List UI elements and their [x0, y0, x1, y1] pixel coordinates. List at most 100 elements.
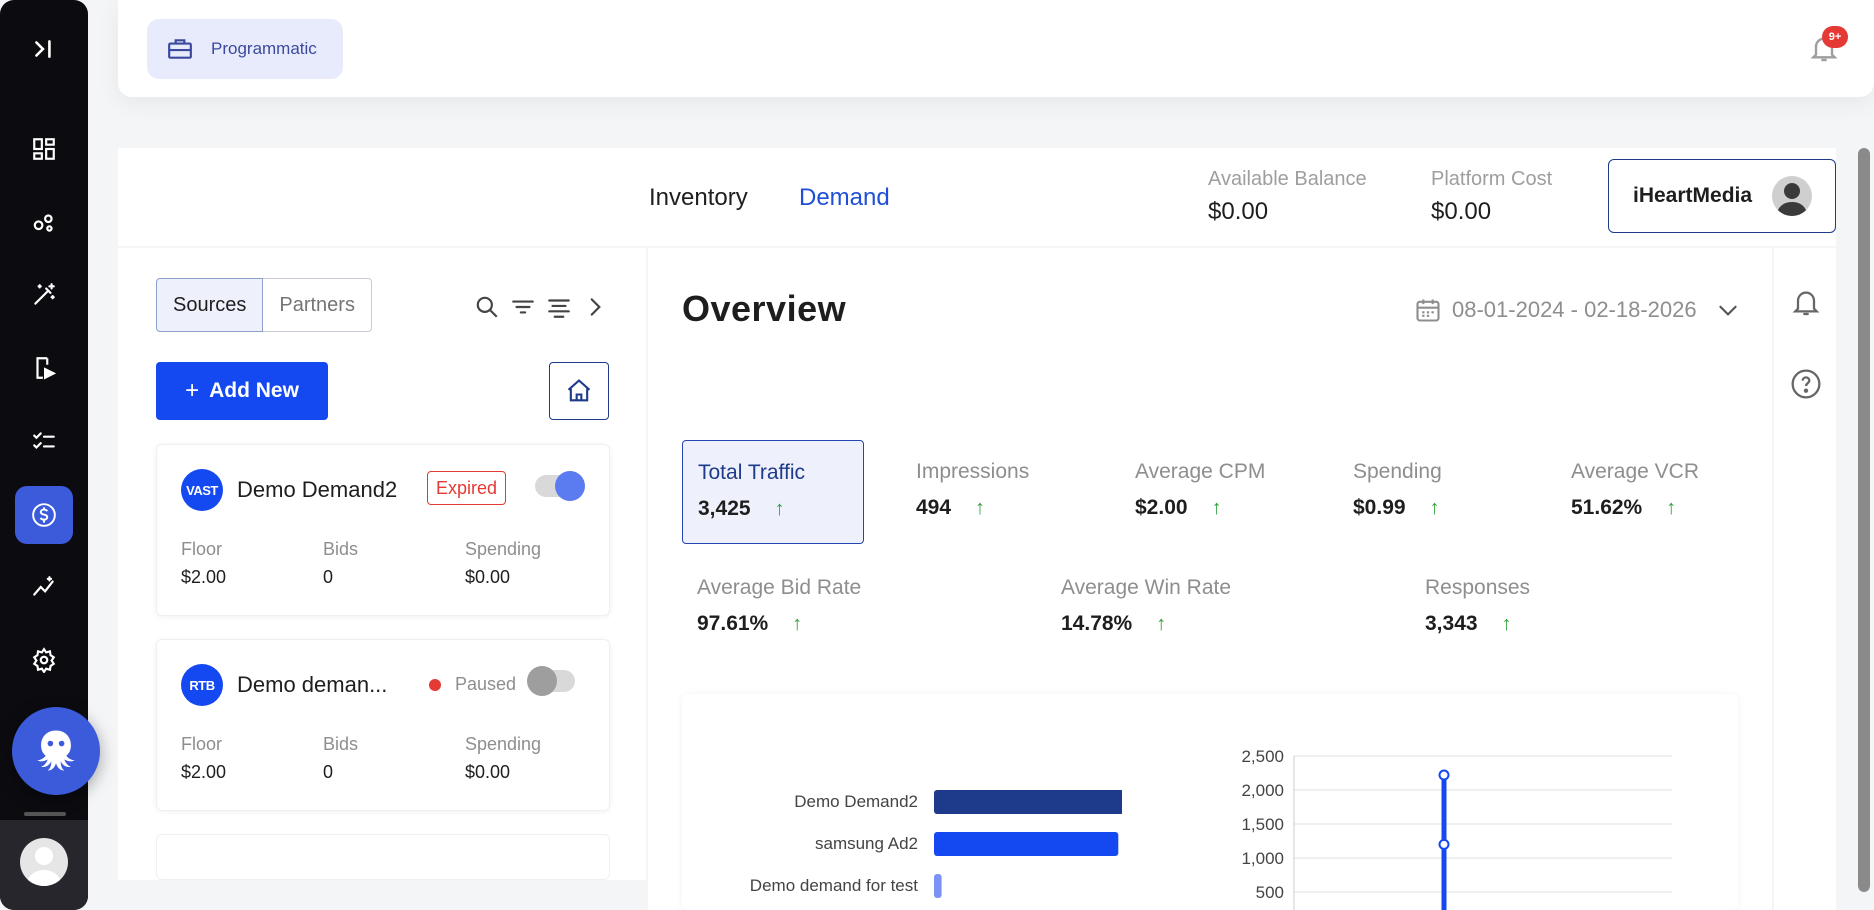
dashboard-icon[interactable] [20, 125, 68, 173]
bids-label: Bids [323, 539, 359, 559]
bids-value: 0 [323, 567, 334, 587]
trend-up-icon: ↑ [1211, 496, 1222, 519]
bar-chart: Demo Demand2 samsung Ad2 Demo demand for t… [750, 790, 1122, 898]
metric-label: Impressions [916, 460, 1030, 483]
bar[interactable] [934, 832, 1119, 856]
sources-partners-toggle: Sources Partners [156, 278, 372, 332]
metric-value: 97.61% [697, 612, 769, 635]
tab-demand[interactable]: Demand [799, 184, 890, 212]
spending-value: $0.00 [465, 762, 511, 782]
expand-icon[interactable] [20, 25, 68, 73]
charts-card: Demo Demand2 samsung Ad2 Demo demand for t… [682, 694, 1738, 910]
search-icon[interactable] [474, 294, 500, 320]
module-label: Programmatic [211, 39, 317, 58]
video-player-icon[interactable] [20, 344, 68, 392]
page-title: Overview [682, 288, 847, 329]
checklist-icon[interactable] [20, 417, 68, 465]
metric-label: Responses [1425, 576, 1531, 599]
date-range-picker[interactable]: 08-01-2024 - 02-18-2026 [1414, 296, 1741, 324]
metric-average-vcr[interactable]: Average VCR 51.62% ↑ [1556, 440, 1738, 544]
metric-spending[interactable]: Spending $0.99 ↑ [1338, 440, 1520, 544]
status-label: Paused [455, 674, 517, 694]
source-title: Demo deman... [237, 672, 388, 697]
source-toggle[interactable] [527, 666, 575, 696]
magic-wand-icon[interactable] [20, 271, 68, 319]
metric-average-win-rate[interactable]: Average Win Rate 14.78% ↑ [1046, 556, 1326, 660]
alerts-bell-icon[interactable] [1790, 286, 1822, 323]
overview-panel: Overview 08-01-2024 - 02-18-2026 Total T… [648, 248, 1772, 910]
source-toggle[interactable] [535, 471, 585, 501]
page-scrollbar[interactable] [1858, 148, 1870, 892]
briefcase-icon [168, 39, 192, 59]
trend-up-icon: ↑ [1429, 496, 1440, 519]
divider [24, 812, 66, 816]
date-range-text: 08-01-2024 - 02-18-2026 [1452, 297, 1697, 322]
notification-badge: 9+ [1822, 26, 1848, 48]
trend-up-icon: ↑ [975, 496, 986, 519]
octopus-assistant-icon[interactable] [12, 707, 100, 795]
trend-up-icon: ↑ [1501, 612, 1512, 635]
trend-up-icon: ↑ [1666, 496, 1677, 519]
top-bar: Programmatic 9+ [118, 0, 1874, 97]
y-tick-label: 500 [1256, 883, 1284, 902]
metric-value: 494 [916, 496, 952, 519]
segment-sources[interactable]: Sources [156, 278, 264, 332]
available-balance-label: Available Balance [1208, 168, 1367, 190]
network-icon[interactable] [20, 198, 68, 246]
programmatic-module-button[interactable]: Programmatic [147, 19, 343, 79]
metric-responses[interactable]: Responses 3,343 ↑ [1410, 556, 1690, 660]
filter-icon[interactable] [510, 294, 536, 320]
bar[interactable] [934, 874, 942, 898]
spending-label: Spending [465, 539, 542, 559]
account-button[interactable]: iHeartMedia [1608, 159, 1836, 233]
segment-partners[interactable]: Partners [263, 278, 372, 332]
home-icon [567, 379, 591, 402]
spending-label: Spending [465, 734, 542, 754]
dollar-icon[interactable] [15, 486, 73, 544]
add-new-button[interactable]: + Add New [156, 362, 328, 420]
chevron-right-icon[interactable] [582, 294, 608, 320]
account-avatar [1772, 176, 1813, 216]
y-tick-label: 2,500 [1241, 747, 1284, 766]
source-card[interactable]: RTB Demo deman... Paused Floor $2.00 Bid… [156, 639, 610, 811]
sort-icon[interactable] [546, 294, 572, 320]
home-button[interactable] [549, 362, 609, 420]
bar[interactable] [934, 790, 1122, 814]
trend-up-icon: ↑ [792, 612, 803, 635]
floor-label: Floor [181, 734, 223, 754]
analytics-icon[interactable] [20, 563, 68, 611]
metric-average-cpm[interactable]: Average CPM $2.00 ↑ [1120, 440, 1302, 544]
spending-value: $0.00 [465, 567, 511, 587]
floor-value: $2.00 [181, 762, 227, 782]
help-icon[interactable] [1790, 368, 1822, 405]
metric-value: 14.78% [1061, 612, 1133, 635]
calendar-icon [1416, 299, 1440, 322]
y-tick-label: 1,500 [1241, 815, 1284, 834]
bids-label: Bids [323, 734, 359, 754]
line-chart: 2,500 2,000 1,500 1,000 500 [1241, 747, 1672, 910]
y-tick-label: 1,000 [1241, 849, 1284, 868]
bar-label: Demo demand for test [750, 876, 918, 895]
platform-cost-label: Platform Cost [1431, 168, 1553, 190]
settings-icon[interactable] [20, 636, 68, 684]
header-bar: Inventory Demand Available Balance $0.00… [118, 148, 1836, 246]
metric-average-bid-rate[interactable]: Average Bid Rate 97.61% ↑ [682, 556, 962, 660]
floor-label: Floor [181, 539, 223, 559]
tab-inventory[interactable]: Inventory [649, 184, 748, 212]
chevron-down-icon [1718, 305, 1737, 316]
source-card[interactable] [156, 834, 610, 880]
metric-impressions[interactable]: Impressions 494 ↑ [901, 440, 1083, 544]
source-card[interactable]: VAST Demo Demand2 Expired Floor $2.00 Bi… [156, 444, 610, 616]
data-point[interactable] [1438, 769, 1450, 781]
metric-label: Average Win Rate [1061, 576, 1232, 599]
plus-icon: + [185, 377, 200, 404]
metric-value: $2.00 [1135, 496, 1188, 519]
metric-label: Spending [1353, 460, 1442, 483]
data-point[interactable] [1438, 838, 1450, 850]
user-avatar[interactable] [20, 838, 68, 886]
metric-total-traffic[interactable]: Total Traffic 3,425 ↑ [682, 440, 864, 544]
rtb-badge: RTB [181, 664, 223, 706]
metric-label: Average CPM [1135, 460, 1266, 483]
y-tick-label: 2,000 [1241, 781, 1284, 800]
metric-value: 3,425 [698, 497, 751, 520]
